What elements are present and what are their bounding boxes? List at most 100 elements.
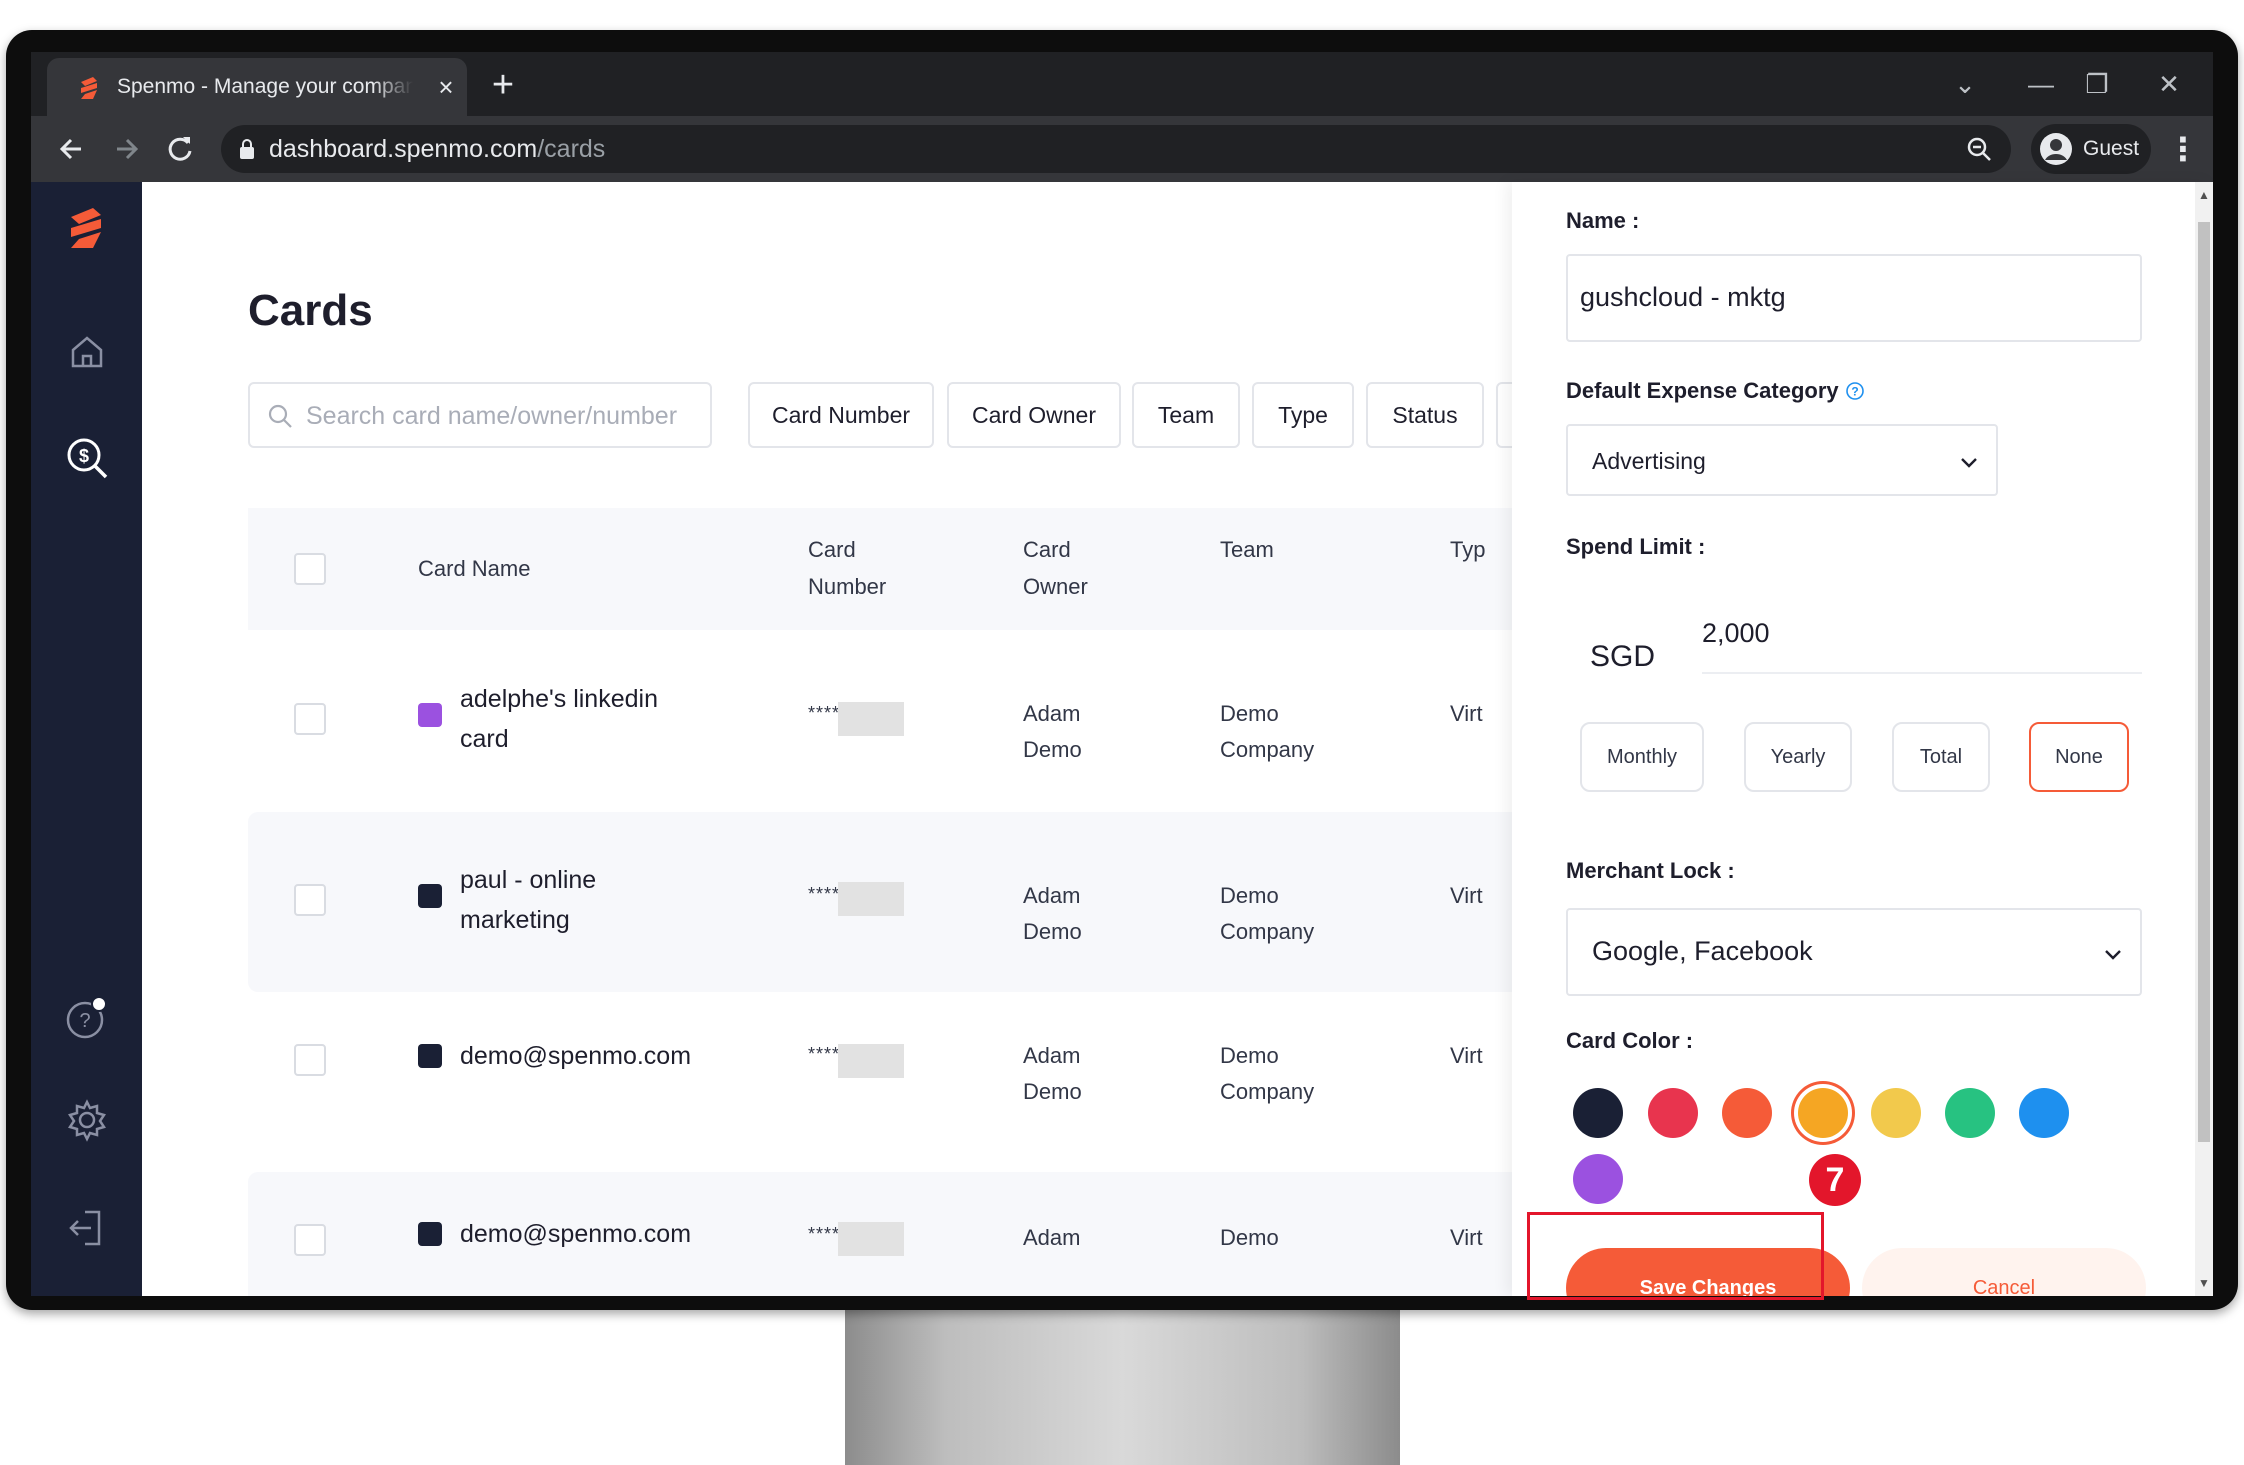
home-icon[interactable]: [63, 328, 111, 376]
row-checkbox[interactable]: [294, 884, 326, 916]
card-type: Virt: [1450, 701, 1483, 726]
browser-tab[interactable]: Spenmo - Manage your company expenses ×: [47, 58, 467, 116]
browser-tab-bar: Spenmo - Manage your company expenses × …: [31, 52, 2213, 116]
new-tab-button[interactable]: +: [481, 64, 525, 108]
spend-limit-value: 2,000: [1702, 618, 1770, 648]
color-option-purple[interactable]: [1573, 1154, 1623, 1204]
spend-limit-input[interactable]: 2,000: [1702, 614, 2142, 674]
cancel-button[interactable]: Cancel: [1862, 1248, 2146, 1296]
card-color-swatch: [418, 1222, 442, 1246]
filter-team[interactable]: Team: [1132, 382, 1240, 448]
row-checkbox[interactable]: [294, 703, 326, 735]
restore-icon[interactable]: ❐: [2077, 66, 2117, 102]
card-color-swatch: [418, 884, 442, 908]
merchant-lock-select[interactable]: Google, Facebook: [1566, 908, 2142, 996]
spend-limit-label: Spend Limit :: [1566, 534, 1706, 559]
name-label: Name :: [1566, 208, 1640, 233]
tab-search-icon[interactable]: ⌄: [1945, 66, 1985, 102]
zoom-icon[interactable]: [1965, 135, 1993, 163]
card-name[interactable]: paul - online marketing: [460, 860, 720, 940]
table-row[interactable]: paul - online marketing **** Adam Demo Dem…: [248, 812, 1512, 992]
table-header: Card Name Card Number Card Owner Team Typ: [248, 508, 1512, 630]
card-owner: Adam Demo: [1023, 1043, 1082, 1104]
scroll-thumb[interactable]: [2198, 222, 2210, 1142]
url-text: dashboard.spenmo.com/cards: [269, 135, 606, 163]
period-monthly-button[interactable]: Monthly: [1580, 722, 1704, 792]
card-name[interactable]: demo@spenmo.com: [460, 1036, 760, 1076]
table-row[interactable]: demo@spenmo.com **** Adam Demo Virt: [248, 1172, 1512, 1296]
svg-text:?: ?: [1851, 385, 1858, 399]
chevron-down-icon: [2105, 950, 2121, 960]
color-option-green[interactable]: [1945, 1088, 1995, 1138]
period-total-button[interactable]: Total: [1892, 722, 1990, 792]
logout-icon[interactable]: [63, 1204, 111, 1252]
filter-card-owner[interactable]: Card Owner: [947, 382, 1121, 448]
spenmo-logo-icon[interactable]: [63, 204, 111, 252]
card-team: Demo Company: [1220, 883, 1315, 944]
monitor-stand: [845, 1305, 1400, 1465]
table-row[interactable]: demo@spenmo.com **** Adam Demo Demo Compan…: [248, 992, 1512, 1172]
gear-icon[interactable]: [63, 1096, 111, 1144]
filter-status[interactable]: Status: [1366, 382, 1484, 448]
screen: Spenmo - Manage your company expenses × …: [31, 52, 2213, 1296]
address-bar[interactable]: dashboard.spenmo.com/cards: [221, 125, 2011, 173]
filter-type[interactable]: Type: [1252, 382, 1354, 448]
filter-more[interactable]: [1496, 382, 1512, 448]
row-checkbox[interactable]: [294, 1224, 326, 1256]
svg-text:?: ?: [79, 1010, 90, 1032]
reload-icon[interactable]: [159, 128, 201, 170]
header-team: Team: [1220, 537, 1274, 562]
profile-button[interactable]: Guest: [2031, 124, 2151, 174]
header-card-number: Card Number: [808, 537, 887, 599]
card-team: Demo Company: [1220, 1043, 1315, 1104]
select-all-checkbox[interactable]: [294, 553, 326, 585]
filter-card-number[interactable]: Card Number: [748, 382, 934, 448]
row-checkbox[interactable]: [294, 1044, 326, 1076]
card-color-swatch: [418, 703, 442, 727]
help-icon[interactable]: ?: [63, 994, 111, 1042]
card-team: Demo: [1220, 1225, 1279, 1250]
lock-icon: [240, 139, 254, 159]
edit-card-panel: Name : gushcloud - mktg Default Expense …: [1512, 182, 2213, 1296]
table-row[interactable]: adelphe's linkedin card **** Adam Demo Dem…: [248, 630, 1512, 810]
merchant-lock-label: Merchant Lock :: [1566, 858, 1735, 883]
forward-icon[interactable]: [105, 128, 147, 170]
header-card-owner: Card Owner: [1023, 537, 1088, 599]
card-owner: Adam Demo: [1023, 701, 1082, 762]
browser-menu-icon[interactable]: ⋮: [2167, 128, 2199, 170]
card-number-mask: ****: [808, 1224, 841, 1244]
step-highlight-box: [1527, 1212, 1824, 1300]
info-icon[interactable]: ?: [1845, 381, 1865, 401]
color-option-red[interactable]: [1648, 1088, 1698, 1138]
cards-search-icon[interactable]: $: [63, 434, 111, 482]
header-card-name: Card Name: [418, 556, 531, 581]
color-option-orange[interactable]: [1722, 1088, 1772, 1138]
tab-close-icon[interactable]: ×: [429, 70, 463, 104]
card-number-mask: ****: [808, 884, 841, 904]
card-name[interactable]: adelphe's linkedin card: [460, 679, 720, 759]
card-name[interactable]: demo@spenmo.com: [460, 1214, 760, 1254]
card-number-redacted: [838, 702, 904, 736]
expense-category-select[interactable]: Advertising: [1566, 424, 1998, 496]
monitor-frame: Spenmo - Manage your company expenses × …: [6, 30, 2238, 1310]
search-box[interactable]: [248, 382, 712, 448]
color-option-navy[interactable]: [1573, 1088, 1623, 1138]
tab-title: Spenmo - Manage your company expenses: [117, 75, 413, 101]
period-none-button[interactable]: None: [2029, 722, 2129, 792]
chevron-down-icon: [1961, 458, 1977, 468]
minimize-icon[interactable]: —: [2021, 66, 2061, 102]
close-window-icon[interactable]: ✕: [2149, 66, 2189, 102]
spenmo-app: $ ? Cards Search card name/owner/number …: [31, 182, 2213, 1296]
search-input[interactable]: [306, 396, 696, 436]
card-name-value: gushcloud - mktg: [1580, 282, 1786, 312]
panel-scrollbar[interactable]: ▲ ▼: [2195, 182, 2213, 1296]
back-icon[interactable]: [51, 128, 93, 170]
scroll-up-icon[interactable]: ▲: [2197, 188, 2211, 202]
card-name-input[interactable]: gushcloud - mktg: [1566, 254, 2142, 342]
period-yearly-button[interactable]: Yearly: [1744, 722, 1852, 792]
scroll-down-icon[interactable]: ▼: [2197, 1276, 2211, 1290]
color-option-blue[interactable]: [2019, 1088, 2069, 1138]
color-option-amber[interactable]: [1798, 1088, 1848, 1138]
color-option-yellow[interactable]: [1871, 1088, 1921, 1138]
page-title: Cards: [248, 286, 373, 335]
